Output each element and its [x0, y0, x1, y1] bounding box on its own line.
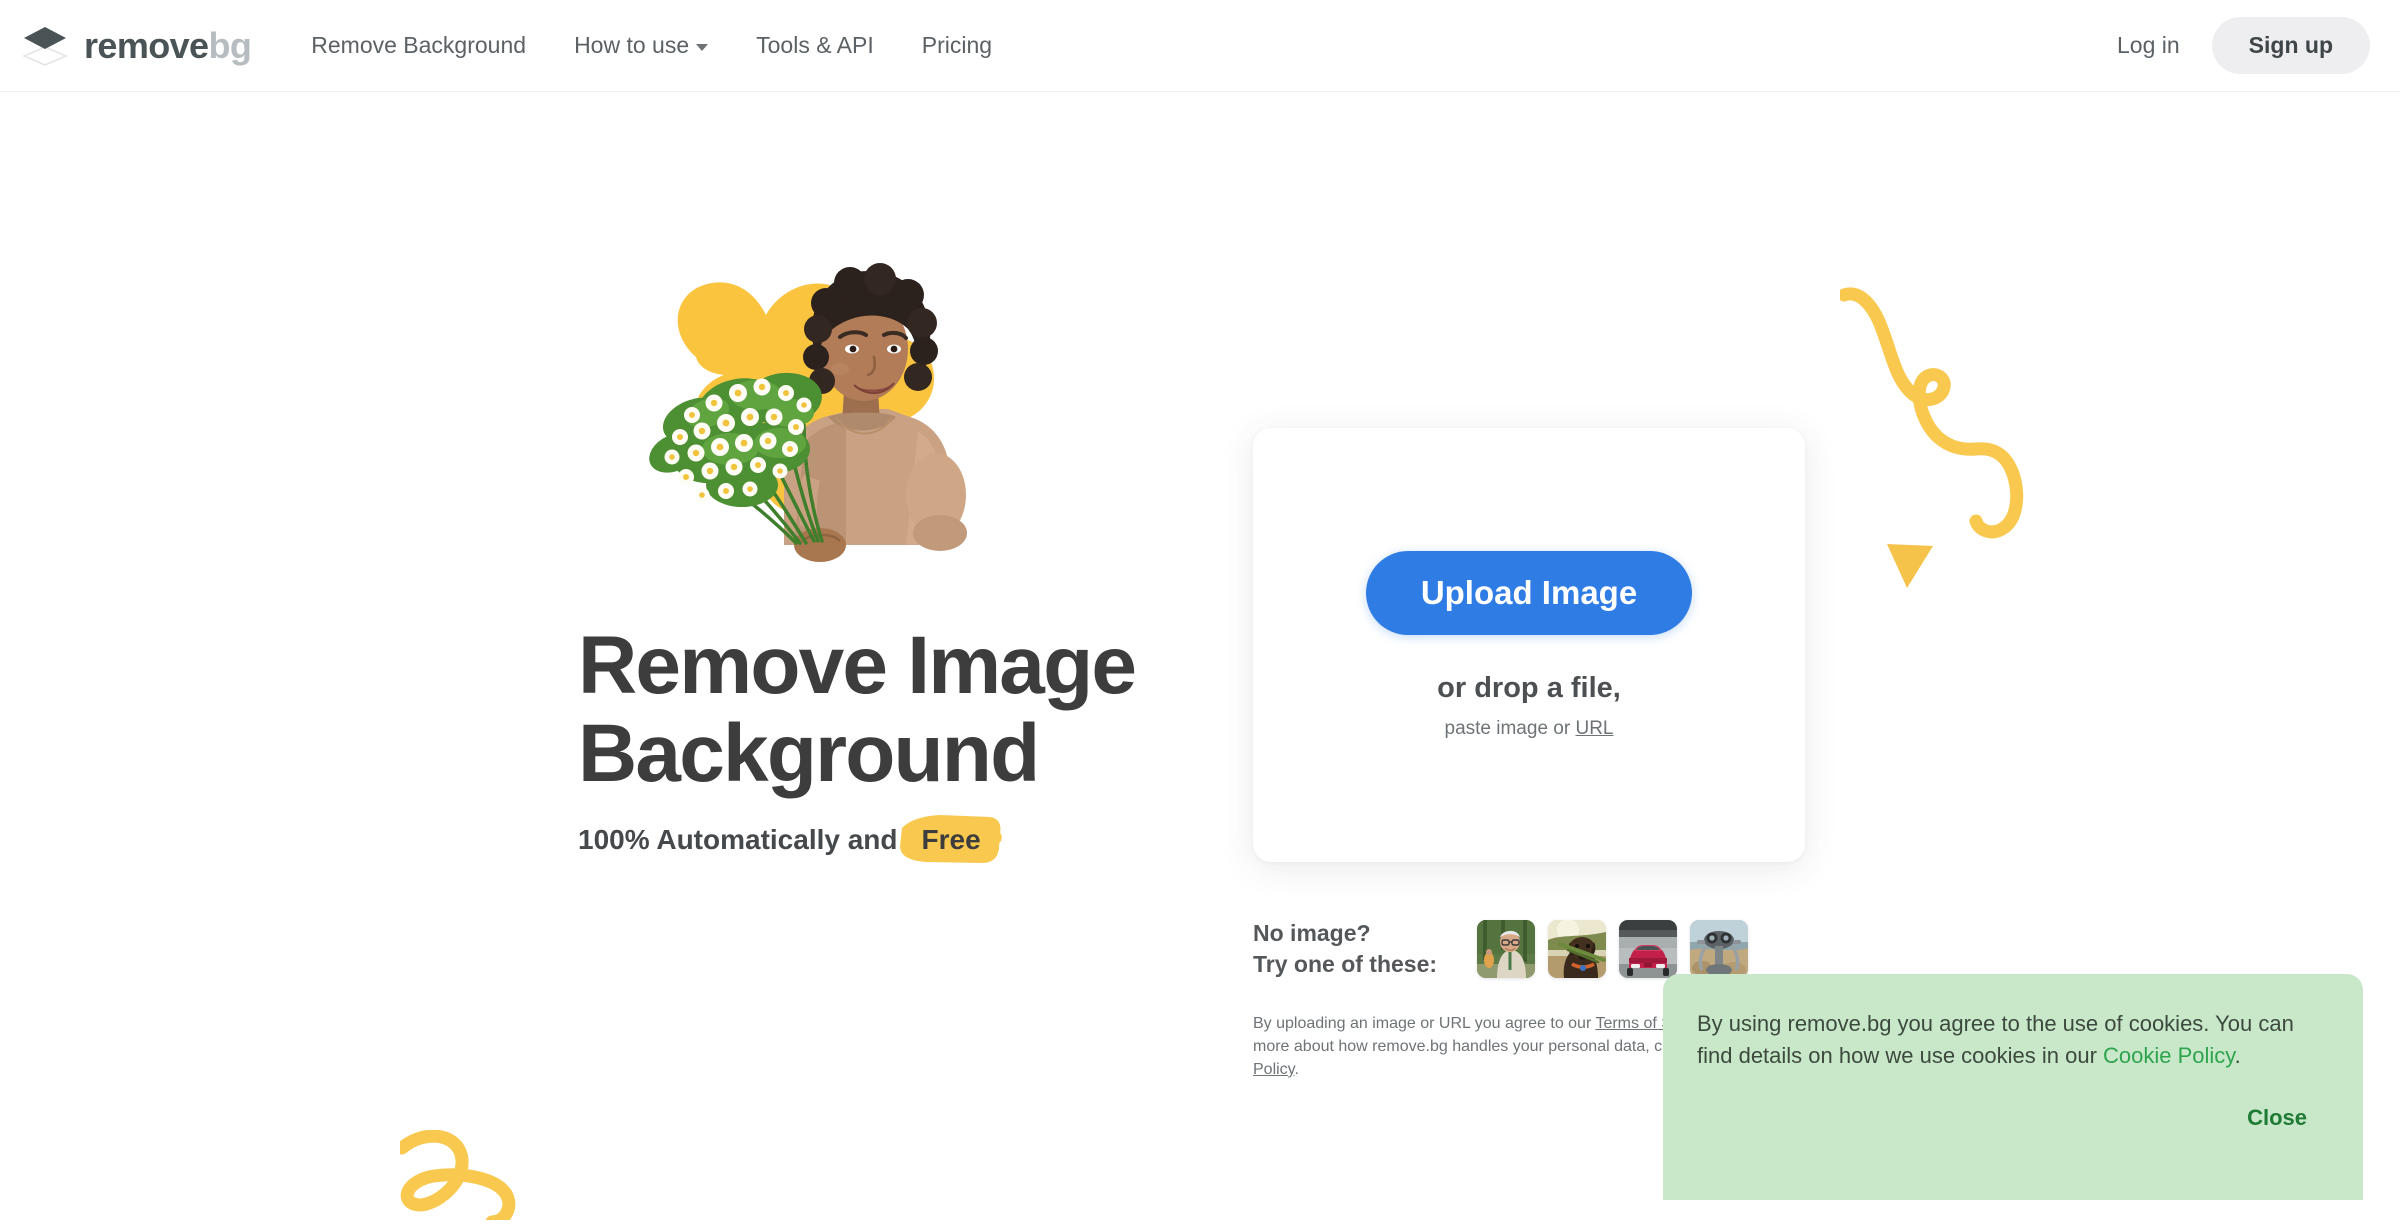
- upload-dropzone[interactable]: Upload Image or drop a file, paste image…: [1253, 428, 1805, 862]
- nav-item-tools-api[interactable]: Tools & API: [732, 22, 898, 69]
- sample-thumbnail-dog-stick[interactable]: [1548, 920, 1607, 978]
- page-subtitle: 100% Automatically and Free: [578, 815, 1218, 863]
- legal-text-part-3: .: [1294, 1061, 1299, 1078]
- sample-thumbnail-viewing-binocular[interactable]: [1690, 920, 1749, 978]
- woman-with-flowers-photo: [588, 245, 1068, 600]
- page-title: Remove Image Background: [578, 622, 1218, 798]
- site-header: removebg Remove Background How to use To…: [0, 0, 2400, 92]
- nav-item-pricing[interactable]: Pricing: [898, 22, 1016, 69]
- cookie-policy-link[interactable]: Cookie Policy: [2103, 1043, 2235, 1068]
- header-actions: Log in Sign up: [2095, 17, 2370, 74]
- paste-url-link[interactable]: URL: [1575, 718, 1613, 739]
- nav-label: Pricing: [921, 32, 993, 58]
- free-highlight: Free: [899, 815, 1002, 863]
- logo-text-secondary: bg: [208, 24, 252, 66]
- chevron-down-icon: [696, 44, 709, 51]
- nav-label: How to use: [574, 32, 690, 58]
- sample-thumbnail-red-car[interactable]: [1619, 920, 1678, 978]
- upload-image-button[interactable]: Upload Image: [1365, 550, 1693, 635]
- sample-label-line-2: Try one of these:: [1253, 951, 1438, 977]
- paste-hint: paste image or URL: [1445, 718, 1614, 740]
- hero-section: Remove Image Background 100% Automatical…: [578, 245, 1218, 863]
- page-subtitle-text: 100% Automatically and: [578, 824, 898, 855]
- signup-button[interactable]: Sign up: [2211, 17, 2370, 74]
- nav-item-remove-background[interactable]: Remove Background: [287, 22, 550, 69]
- nav-label: Tools & API: [756, 32, 874, 58]
- cookie-close-button[interactable]: Close: [2247, 1105, 2307, 1131]
- legal-text-part-1: By uploading an image or URL you agree t…: [1253, 1015, 1596, 1032]
- cookie-consent-banner: By using remove.bg you agree to the use …: [1663, 974, 2363, 1200]
- logo-link[interactable]: removebg: [22, 24, 252, 67]
- sample-thumbnails: [1477, 920, 1749, 978]
- drop-file-label: or drop a file,: [1437, 671, 1621, 704]
- paste-hint-text: paste image or: [1444, 717, 1571, 739]
- squiggle-decoration-bottom: [395, 1129, 580, 1225]
- sample-images-label: No image? Try one of these:: [1253, 918, 1437, 980]
- main-nav: Remove Background How to use Tools & API…: [287, 22, 1016, 69]
- free-label: Free: [921, 824, 981, 855]
- logo-text: removebg: [84, 24, 252, 67]
- sample-label-line-1: No image?: [1253, 920, 1371, 946]
- nav-item-how-to-use[interactable]: How to use: [550, 22, 732, 69]
- layers-diamond-icon: [22, 25, 68, 67]
- page-title-line-1: Remove Image: [578, 620, 1137, 711]
- cookie-consent-text: By using remove.bg you agree to the use …: [1697, 1008, 2325, 1072]
- nav-label: Remove Background: [311, 32, 527, 58]
- logo-text-primary: remove: [84, 24, 209, 66]
- page-title-line-2: Background: [578, 708, 1040, 799]
- sample-images-section: No image? Try one of these:: [1253, 918, 1749, 980]
- cookie-text-part-2: .: [2234, 1043, 2241, 1068]
- login-link[interactable]: Log in: [2095, 22, 2202, 69]
- squiggle-decoration-right: [1837, 285, 2080, 590]
- sample-thumbnail-man-vineyard[interactable]: [1477, 920, 1536, 978]
- triangle-decoration: [1885, 542, 1935, 595]
